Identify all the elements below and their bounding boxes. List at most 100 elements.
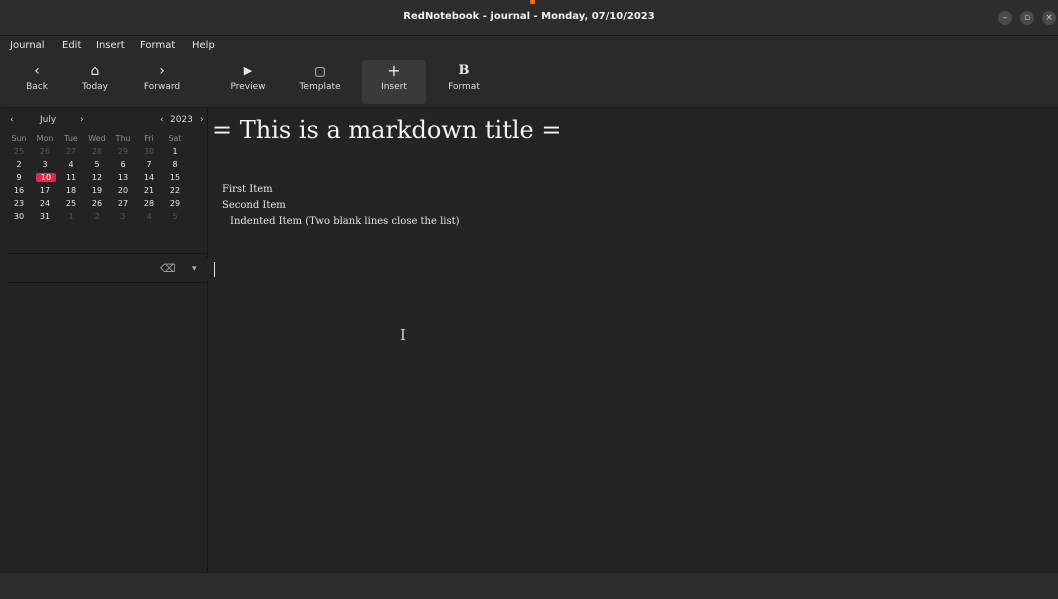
title-bar: RedNotebook - journal - Monday, 07/10/20… [0,0,1058,36]
markdown-title-line: = This is a markdown title = [212,116,562,144]
divider [8,282,208,283]
calendar-day[interactable]: 28 [86,147,108,156]
weekday-label: Sat [168,134,182,143]
calendar-day[interactable]: 5 [86,160,108,169]
clear-icon[interactable]: ⌫ [160,262,176,275]
divider [8,253,208,254]
menu-help[interactable]: Help [192,40,215,51]
format-button[interactable]: B Format [438,60,490,104]
app-window: RedNotebook - journal - Monday, 07/10/20… [0,0,1058,599]
calendar-year: 2023 [170,115,193,125]
calendar-day[interactable]: 27 [112,199,134,208]
calendar-week: 25 26 27 28 29 30 1 [8,147,208,159]
calendar-day[interactable]: 28 [138,199,160,208]
chevron-left-icon: ‹ [34,63,40,79]
calendar-day[interactable]: 6 [112,160,134,169]
next-month-icon[interactable]: › [80,115,84,125]
left-pane: ‹ July › ‹ 2023 › Sun Mon Tue Wed Thu Fr… [8,108,208,572]
ibeam-cursor-icon: I [400,326,406,344]
prev-year-icon[interactable]: ‹ [160,115,164,125]
calendar-week: 23 24 25 26 27 28 29 [8,199,208,211]
weekday-label: Wed [88,134,106,143]
insert-label: Insert [381,82,407,92]
calendar-day[interactable]: 22 [164,186,186,195]
calendar-month: July [40,115,57,125]
calendar-day[interactable]: 7 [138,160,160,169]
preview-button[interactable]: ▶ Preview [222,60,274,104]
weekday-label: Fri [144,134,154,143]
calendar-day[interactable]: 3 [112,212,134,221]
calendar-day[interactable]: 20 [112,186,134,195]
calendar-day-selected[interactable]: 10 [36,173,56,182]
title-accent-mark [530,0,535,4]
close-icon[interactable]: × [1042,11,1056,25]
calendar-day[interactable]: 26 [34,147,56,156]
menu-journal[interactable]: Journal [10,40,45,51]
template-button[interactable]: ▢ Template [290,60,350,104]
menu-edit[interactable]: Edit [62,40,81,51]
calendar-day[interactable]: 21 [138,186,160,195]
chevron-right-icon: › [159,63,165,79]
forward-label: Forward [143,82,181,92]
text-caret [214,262,215,277]
editor-area[interactable]: = This is a markdown title = First Item … [210,108,1058,572]
maximize-icon[interactable]: ▫ [1020,11,1034,25]
calendar-day[interactable]: 23 [8,199,30,208]
calendar-day[interactable]: 15 [164,173,186,182]
search-input[interactable] [8,258,208,280]
prev-month-icon[interactable]: ‹ [10,115,14,125]
minimize-icon[interactable]: – [998,11,1012,25]
back-button[interactable]: ‹ Back [14,60,60,104]
calendar-day[interactable]: 16 [8,186,30,195]
format-label: Format [448,82,480,92]
menu-insert[interactable]: Insert [96,40,125,51]
calendar-day[interactable]: 1 [60,212,82,221]
calendar-day[interactable]: 17 [34,186,56,195]
calendar-day[interactable]: 27 [60,147,82,156]
calendar-day[interactable]: 2 [8,160,30,169]
calendar-day[interactable]: 29 [112,147,134,156]
menu-bar: Journal Edit Insert Format Help [0,36,1058,56]
weekday-label: Thu [115,134,131,143]
calendar-day[interactable]: 2 [86,212,108,221]
window-title: RedNotebook - journal - Monday, 07/10/20… [403,11,655,22]
calendar-day[interactable]: 26 [86,199,108,208]
calendar-day[interactable]: 25 [8,147,30,156]
list-item-indented: Indented Item (Two blank lines close the… [230,216,460,227]
calendar-day[interactable]: 12 [86,173,108,182]
calendar-day[interactable]: 1 [164,147,186,156]
next-year-icon[interactable]: › [200,115,204,125]
today-button[interactable]: ⌂ Today [70,60,120,104]
calendar-day[interactable]: 13 [112,173,134,182]
calendar-week: 16 17 18 19 20 21 22 [8,186,208,198]
calendar-day[interactable]: 30 [8,212,30,221]
calendar-day[interactable]: 24 [34,199,56,208]
home-icon: ⌂ [90,63,100,79]
calendar-day[interactable]: 4 [60,160,82,169]
calendar-day[interactable]: 30 [138,147,160,156]
calendar-day[interactable]: 18 [60,186,82,195]
calendar-day[interactable]: 9 [8,173,30,182]
play-icon: ▶ [243,64,253,77]
calendar-day[interactable]: 19 [86,186,108,195]
clipboard-icon: ▢ [314,64,326,78]
status-bar [0,572,1058,599]
insert-button[interactable]: + Insert [362,60,426,104]
calendar-day[interactable]: 5 [164,212,186,221]
calendar-day[interactable]: 3 [34,160,56,169]
toolbar: ‹ Back ⌂ Today › Forward ▶ Preview ▢ Tem… [0,56,1058,108]
calendar-day[interactable]: 31 [34,212,56,221]
calendar-day[interactable]: 4 [138,212,160,221]
chevron-down-icon[interactable]: ▾ [192,264,197,274]
forward-button[interactable]: › Forward [132,60,192,104]
calendar-day[interactable]: 14 [138,173,160,182]
calendar-day[interactable]: 25 [60,199,82,208]
menu-format[interactable]: Format [140,40,175,51]
weekday-label: Sun [11,134,27,143]
calendar-day[interactable]: 11 [60,173,82,182]
weekday-label: Mon [36,134,54,143]
calendar-week: 30 31 1 2 3 4 5 [8,212,208,224]
calendar-day[interactable]: 8 [164,160,186,169]
calendar-day[interactable]: 29 [164,199,186,208]
preview-label: Preview [230,82,266,92]
